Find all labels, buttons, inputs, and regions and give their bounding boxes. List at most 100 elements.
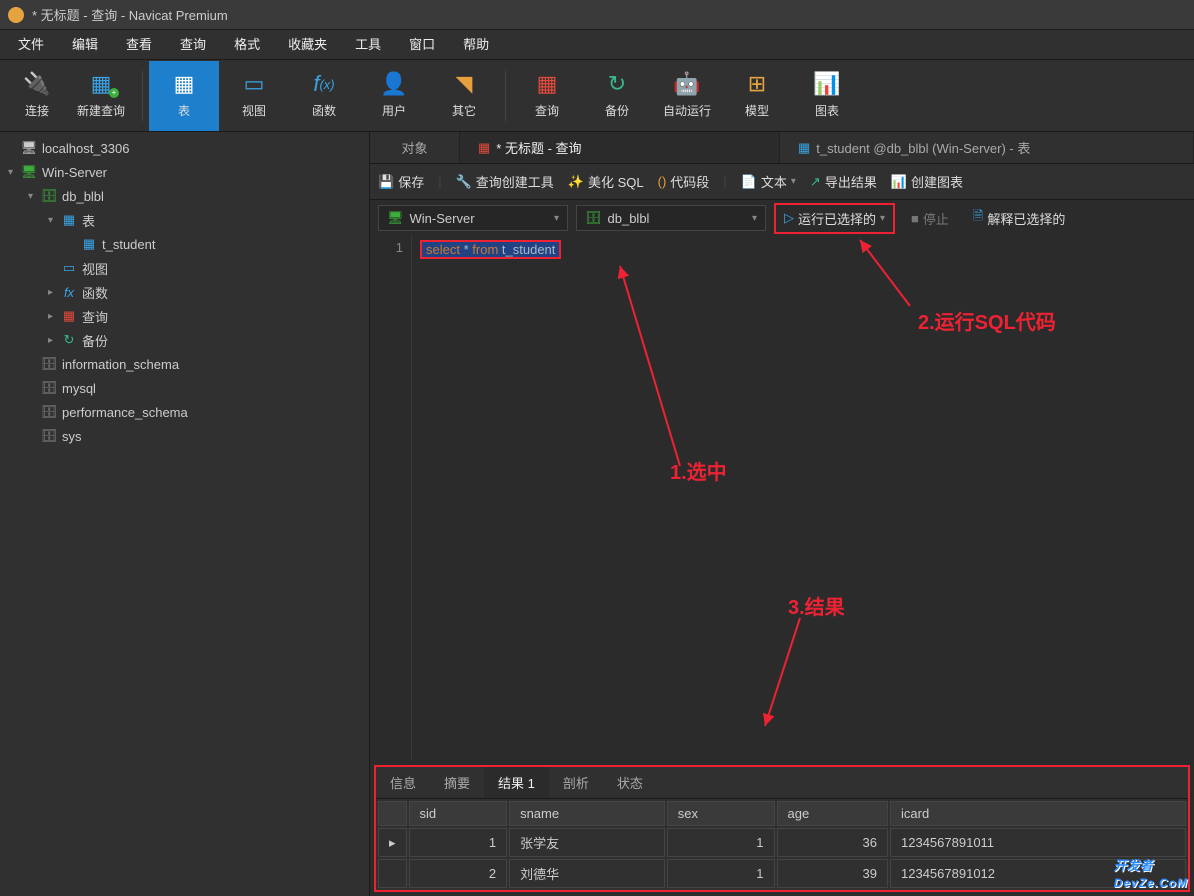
table-folder-icon: ▦ <box>60 212 78 228</box>
result-tab-summary[interactable]: 摘要 <box>430 767 484 798</box>
result-tab-status[interactable]: 状态 <box>603 767 657 798</box>
sparkle-icon: ✨ <box>568 174 584 190</box>
db-icon: 🗄 <box>585 210 602 226</box>
menubar: 文件 编辑 查看 查询 格式 收藏夹 工具 窗口 帮助 <box>0 30 1194 60</box>
code-area[interactable]: select * from t_student <box>412 236 1194 761</box>
separator <box>505 71 506 121</box>
builder-icon: 🔧 <box>456 174 472 190</box>
menu-fav[interactable]: 收藏夹 <box>274 30 341 60</box>
sql-editor[interactable]: 1 select * from t_student 1.选中 2.运行SQL代码… <box>370 236 1194 761</box>
col-sid[interactable]: sid <box>409 801 508 826</box>
chevron-right-icon[interactable]: ▸ <box>48 335 60 346</box>
result-tabbar: 信息 摘要 结果 1 剖析 状态 <box>376 767 1188 799</box>
text-button[interactable]: 📄文本 ▾ <box>741 172 796 191</box>
chevron-right-icon[interactable]: ▸ <box>48 287 60 298</box>
tabbar: 对象 ▦* 无标题 - 查询 ▦t_student @db_blbl (Win-… <box>370 132 1194 164</box>
result-tab-result1[interactable]: 结果 1 <box>484 767 549 798</box>
window-title: * 无标题 - 查询 - Navicat Premium <box>32 5 228 24</box>
db-gray-icon: 🗄 <box>40 428 58 444</box>
menu-format[interactable]: 格式 <box>220 30 274 60</box>
menu-tools[interactable]: 工具 <box>341 30 395 60</box>
col-sname[interactable]: sname <box>509 801 665 826</box>
save-button[interactable]: 💾保存 <box>378 172 424 191</box>
menu-help[interactable]: 帮助 <box>449 30 503 60</box>
menu-view[interactable]: 查看 <box>112 30 166 60</box>
chevron-right-icon[interactable]: ▸ <box>48 311 60 322</box>
stop-button[interactable]: ■停止 <box>903 205 957 232</box>
tool-query[interactable]: ▦ 查询 <box>512 61 582 131</box>
query-icon: ▦ <box>533 72 561 96</box>
db-gray-icon: 🗄 <box>40 380 58 396</box>
table-tab-icon: ▦ <box>798 140 810 156</box>
chart-icon: 📊 <box>813 72 841 96</box>
tree-localhost[interactable]: 🖥localhost_3306 <box>0 136 369 160</box>
tree-infoschema[interactable]: 🗄information_schema <box>0 352 369 376</box>
snippet-icon: () <box>658 174 667 189</box>
tree-dbblbl[interactable]: ▾🗄db_blbl <box>0 184 369 208</box>
tab-query[interactable]: ▦* 无标题 - 查询 <box>460 132 780 163</box>
chevron-down-icon[interactable]: ▾ <box>48 215 60 226</box>
save-icon: 💾 <box>378 174 394 190</box>
builder-button[interactable]: 🔧查询创建工具 <box>456 172 554 191</box>
table-row[interactable]: ▸ 1 张学友 1 36 1234567891011 <box>378 828 1186 857</box>
export-button[interactable]: ↗导出结果 <box>810 172 877 191</box>
run-selected-button[interactable]: ▷运行已选择的▾ <box>774 203 895 234</box>
col-icard[interactable]: icard <box>890 801 1186 826</box>
tool-connect[interactable]: 🔌 连接 <box>8 61 66 131</box>
table-icon: ▦ <box>80 236 98 252</box>
tool-fx[interactable]: f(x) 函数 <box>289 61 359 131</box>
tree-sys[interactable]: 🗄sys <box>0 424 369 448</box>
table-row[interactable]: 2 刘德华 1 39 1234567891012 <box>378 859 1186 888</box>
fx-icon: fx <box>60 285 78 300</box>
tree-tstudent[interactable]: ▦t_student <box>0 232 369 256</box>
db-icon: 🗄 <box>40 188 58 204</box>
result-tab-profile[interactable]: 剖析 <box>549 767 603 798</box>
tool-table[interactable]: ▦ 表 <box>149 61 219 131</box>
explain-button[interactable]: 🗎解释已选择的 <box>965 203 1073 233</box>
export-icon: ↗ <box>810 174 821 190</box>
tool-model[interactable]: ⊞ 模型 <box>722 61 792 131</box>
tree-winserver[interactable]: ▾🖥Win-Server <box>0 160 369 184</box>
tab-tstudent[interactable]: ▦t_student @db_blbl (Win-Server) - 表 <box>780 132 1194 163</box>
server-icon: 🖥 <box>387 210 404 226</box>
menu-query[interactable]: 查询 <box>166 30 220 60</box>
result-table[interactable]: sid sname sex age icard ▸ 1 张学友 1 36 123… <box>376 799 1188 890</box>
tree-views[interactable]: ▭视图 <box>0 256 369 280</box>
tool-backup[interactable]: ↻ 备份 <box>582 61 652 131</box>
tool-view[interactable]: ▭ 视图 <box>219 61 289 131</box>
menu-edit[interactable]: 编辑 <box>58 30 112 60</box>
col-age[interactable]: age <box>777 801 889 826</box>
beautify-button[interactable]: ✨美化 SQL <box>568 172 644 191</box>
explain-icon: 🗎 <box>973 207 983 229</box>
tab-objects[interactable]: 对象 <box>370 132 460 163</box>
menu-window[interactable]: 窗口 <box>395 30 449 60</box>
newquery-icon: ▦+ <box>87 72 115 96</box>
actionbar: 💾保存 | 🔧查询创建工具 ✨美化 SQL ()代码段 | 📄文本 ▾ ↗导出结… <box>370 164 1194 200</box>
backup-icon: ↻ <box>60 332 78 348</box>
tool-newquery[interactable]: ▦+ 新建查询 <box>66 61 136 131</box>
tree-query[interactable]: ▸▦查询 <box>0 304 369 328</box>
createchart-button[interactable]: 📊创建图表 <box>891 172 963 191</box>
menu-file[interactable]: 文件 <box>4 30 58 60</box>
tool-other[interactable]: ◥ 其它 <box>429 61 499 131</box>
database-dropdown[interactable]: 🗄db_blbl▾ <box>576 205 766 231</box>
col-sex[interactable]: sex <box>667 801 775 826</box>
tree-backup[interactable]: ▸↻备份 <box>0 328 369 352</box>
tree-tables[interactable]: ▾▦表 <box>0 208 369 232</box>
connection-dropdown[interactable]: 🖥Win-Server▾ <box>378 205 568 231</box>
chevron-down-icon[interactable]: ▾ <box>28 191 40 202</box>
server-green-icon: 🖥 <box>20 164 38 180</box>
selected-sql: select * from t_student <box>420 240 561 259</box>
result-tab-info[interactable]: 信息 <box>376 767 430 798</box>
tree-fx[interactable]: ▸fx函数 <box>0 280 369 304</box>
chevron-down-icon[interactable]: ▾ <box>8 167 20 178</box>
tool-autorun[interactable]: 🤖 自动运行 <box>652 61 722 131</box>
tree-mysql[interactable]: 🗄mysql <box>0 376 369 400</box>
view-icon: ▭ <box>240 72 268 96</box>
tool-user[interactable]: 👤 用户 <box>359 61 429 131</box>
table-header-row: sid sname sex age icard <box>378 801 1186 826</box>
tool-chart[interactable]: 📊 图表 <box>792 61 862 131</box>
tree-perfschema[interactable]: 🗄performance_schema <box>0 400 369 424</box>
snippet-button[interactable]: ()代码段 <box>658 172 710 191</box>
result-pane: 信息 摘要 结果 1 剖析 状态 sid sname sex age icard… <box>374 765 1190 892</box>
